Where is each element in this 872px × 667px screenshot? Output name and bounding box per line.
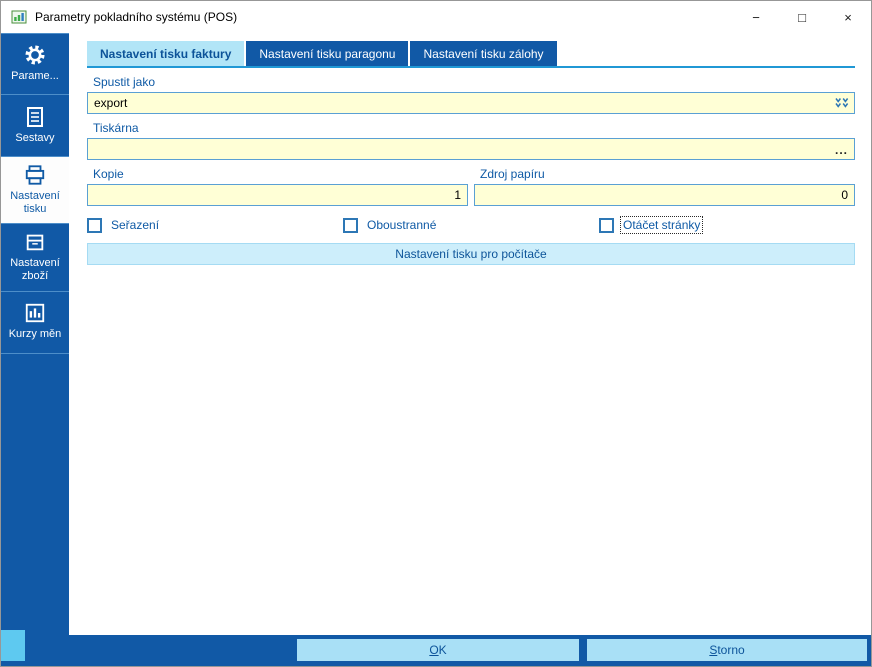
sidebar-item-label: Nastavení zboží [10, 257, 60, 282]
printer-icon [24, 164, 46, 186]
printer-field: ... [87, 138, 855, 160]
sidebar-item-nastaveni-tisku[interactable]: Nastavení tisku [1, 157, 69, 225]
window-controls: − □ × [733, 1, 871, 33]
run-as-input[interactable] [87, 92, 855, 114]
ok-button-label: K [438, 643, 447, 657]
copies-input[interactable] [87, 184, 468, 206]
tab-underline [87, 66, 855, 68]
main-panel: Nastavení tisku faktury Nastavení tisku … [69, 33, 871, 635]
titlebar: Parametry pokladního systému (POS) − □ × [1, 1, 871, 33]
storno-button-accesskey: S [709, 643, 718, 657]
paper-source-input[interactable] [474, 184, 855, 206]
checkbox-serazeni[interactable]: Seřazení [87, 217, 343, 233]
serazeni-label: Seřazení [111, 218, 160, 232]
sidebar-item-label: Kurzy měn [8, 328, 62, 341]
ok-button[interactable]: OK [297, 639, 579, 661]
printer-input[interactable] [87, 138, 855, 160]
sidebar-item-sestavy[interactable]: Sestavy [1, 95, 69, 157]
otacet-stranky-checkbox-box[interactable] [599, 217, 614, 233]
sidebar-item-parametry[interactable]: Parame... [1, 33, 69, 95]
footer-bar: OK Storno [1, 635, 871, 666]
window-body: Parame... Sestavy Nastavení tisku Nastav… [1, 33, 871, 635]
storno-button-label: torno [717, 643, 745, 657]
tab-nastaveni-tisku-zalohy[interactable]: Nastavení tisku zálohy [410, 41, 557, 66]
serazeni-checkbox-box[interactable] [87, 217, 102, 233]
copies-papersource-row: Kopie Zdroj papíru [87, 160, 855, 206]
run-as-field [87, 92, 855, 114]
sidebar-corner-tile [1, 630, 25, 661]
computer-print-settings-button[interactable]: Nastavení tisku pro počítače [87, 243, 855, 265]
oboustranne-checkbox-box[interactable] [343, 217, 358, 233]
checkbox-otacet-stranky[interactable]: Otáčet stránky [599, 216, 855, 234]
paper-source-label: Zdroj papíru [480, 167, 545, 181]
pos-parameters-window: Parametry pokladního systému (POS) − □ ×… [0, 0, 872, 667]
printer-browse-button[interactable]: ... [835, 144, 848, 156]
printer-label: Tiskárna [93, 121, 139, 135]
tab-strip: Nastavení tisku faktury Nastavení tisku … [87, 41, 855, 66]
print-options-row: Seřazení Oboustranné Otáčet stránky [87, 216, 855, 234]
field-picker-icon[interactable] [835, 97, 849, 109]
storno-button[interactable]: Storno [587, 639, 867, 661]
currency-chart-icon [24, 302, 46, 324]
tab-nastaveni-tisku-paragonu[interactable]: Nastavení tisku paragonu [246, 41, 409, 66]
goods-icon [24, 231, 46, 253]
window-title: Parametry pokladního systému (POS) [35, 10, 238, 24]
otacet-stranky-label: Otáčet stránky [619, 216, 704, 234]
tab-nastaveni-tisku-faktury[interactable]: Nastavení tisku faktury [87, 41, 245, 66]
run-as-label: Spustit jako [93, 75, 156, 89]
copies-label: Kopie [93, 167, 124, 181]
sidebar-item-label: Sestavy [15, 131, 55, 144]
close-button[interactable]: × [825, 1, 871, 33]
sidebar-item-nastaveni-zbozi[interactable]: Nastavení zboží [1, 224, 69, 292]
app-icon [11, 9, 27, 25]
report-icon [25, 106, 45, 128]
maximize-button[interactable]: □ [779, 1, 825, 33]
gear-icon [24, 44, 46, 66]
sidebar-item-label: Parame... [11, 70, 59, 83]
minimize-button[interactable]: − [733, 1, 779, 33]
ok-button-accesskey: O [429, 643, 439, 657]
checkbox-oboustranne[interactable]: Oboustranné [343, 217, 599, 233]
sidebar: Parame... Sestavy Nastavení tisku Nastav… [1, 33, 69, 635]
sidebar-item-kurzy-men[interactable]: Kurzy měn [1, 292, 69, 354]
oboustranne-label: Oboustranné [367, 218, 437, 232]
sidebar-item-label: Nastavení tisku [10, 190, 60, 215]
